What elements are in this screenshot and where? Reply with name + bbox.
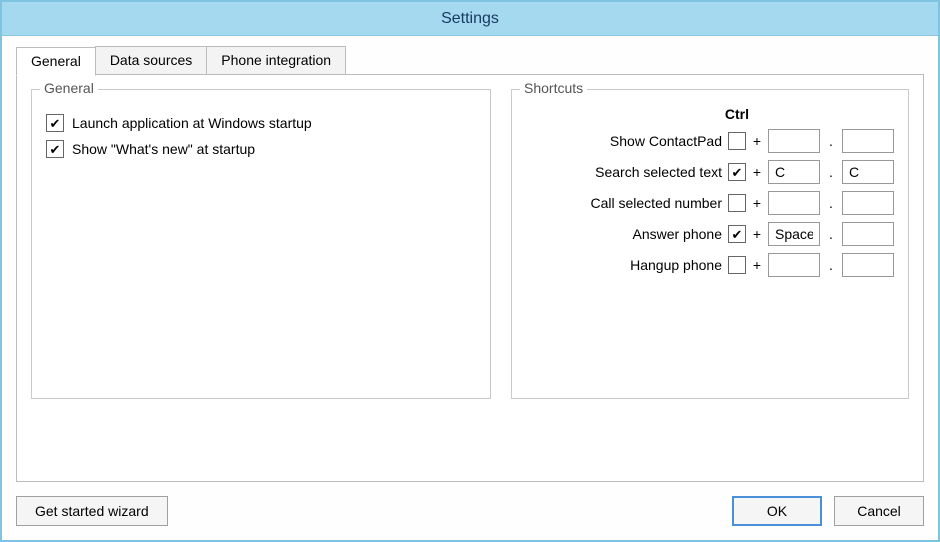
option-show-whats-new[interactable]: Show "What's new" at startup	[46, 140, 476, 158]
checkbox-launch-at-startup[interactable]	[46, 114, 64, 132]
shortcut-row-answer-phone: Answer phone + .	[526, 222, 894, 246]
shortcut-label: Show ContactPad	[526, 133, 722, 149]
shortcuts-header-ctrl: Ctrl	[526, 106, 894, 122]
shortcut-ctrl-checkbox[interactable]	[728, 163, 746, 181]
shortcut-label: Search selected text	[526, 164, 722, 180]
tabstrip: General Data sources Phone integration	[16, 46, 924, 75]
shortcut-row-hangup-phone: Hangup phone + .	[526, 253, 894, 277]
tabcontent: General Launch application at Windows st…	[31, 89, 909, 399]
groupbox-general: General Launch application at Windows st…	[31, 89, 491, 399]
window-title: Settings	[441, 10, 499, 28]
shortcut-key1-input[interactable]	[768, 222, 820, 246]
groupbox-general-legend: General	[40, 80, 98, 96]
ok-button[interactable]: OK	[732, 496, 822, 526]
shortcut-ctrl-checkbox[interactable]	[728, 256, 746, 274]
titlebar: Settings	[2, 2, 938, 36]
checkbox-show-whats-new[interactable]	[46, 140, 64, 158]
shortcut-key2-input[interactable]	[842, 160, 894, 184]
plus-sign: +	[752, 164, 762, 180]
dot-sep: .	[826, 133, 836, 149]
tabpage-general: General Launch application at Windows st…	[16, 74, 924, 482]
plus-sign: +	[752, 195, 762, 211]
label-launch-at-startup: Launch application at Windows startup	[72, 115, 312, 131]
settings-window: Settings General Data sources Phone inte…	[0, 0, 940, 542]
shortcut-row-show-contactpad: Show ContactPad + .	[526, 129, 894, 153]
shortcut-key1-input[interactable]	[768, 160, 820, 184]
shortcut-row-search-selected-text: Search selected text + .	[526, 160, 894, 184]
dot-sep: .	[826, 164, 836, 180]
get-started-wizard-button[interactable]: Get started wizard	[16, 496, 168, 526]
tab-general[interactable]: General	[16, 47, 96, 76]
plus-sign: +	[752, 133, 762, 149]
shortcut-ctrl-checkbox[interactable]	[728, 225, 746, 243]
shortcut-key2-input[interactable]	[842, 222, 894, 246]
dot-sep: .	[826, 195, 836, 211]
shortcut-ctrl-checkbox[interactable]	[728, 132, 746, 150]
shortcut-key1-input[interactable]	[768, 253, 820, 277]
button-bar: Get started wizard OK Cancel	[16, 496, 924, 526]
shortcut-row-call-selected-number: Call selected number + .	[526, 191, 894, 215]
tab-data-sources[interactable]: Data sources	[95, 46, 207, 75]
groupbox-shortcuts: Shortcuts Ctrl Show ContactPad + . Searc…	[511, 89, 909, 399]
dot-sep: .	[826, 226, 836, 242]
shortcut-key2-input[interactable]	[842, 191, 894, 215]
shortcut-label: Call selected number	[526, 195, 722, 211]
option-launch-at-startup[interactable]: Launch application at Windows startup	[46, 114, 476, 132]
shortcut-ctrl-checkbox[interactable]	[728, 194, 746, 212]
shortcut-key2-input[interactable]	[842, 129, 894, 153]
plus-sign: +	[752, 226, 762, 242]
shortcut-key1-input[interactable]	[768, 129, 820, 153]
plus-sign: +	[752, 257, 762, 273]
groupbox-shortcuts-legend: Shortcuts	[520, 80, 587, 96]
shortcut-label: Answer phone	[526, 226, 722, 242]
tab-phone-integration[interactable]: Phone integration	[206, 46, 346, 75]
dot-sep: .	[826, 257, 836, 273]
shortcut-key2-input[interactable]	[842, 253, 894, 277]
shortcut-label: Hangup phone	[526, 257, 722, 273]
cancel-button[interactable]: Cancel	[834, 496, 924, 526]
client-area: General Data sources Phone integration G…	[2, 36, 938, 540]
shortcut-key1-input[interactable]	[768, 191, 820, 215]
label-show-whats-new: Show "What's new" at startup	[72, 141, 255, 157]
